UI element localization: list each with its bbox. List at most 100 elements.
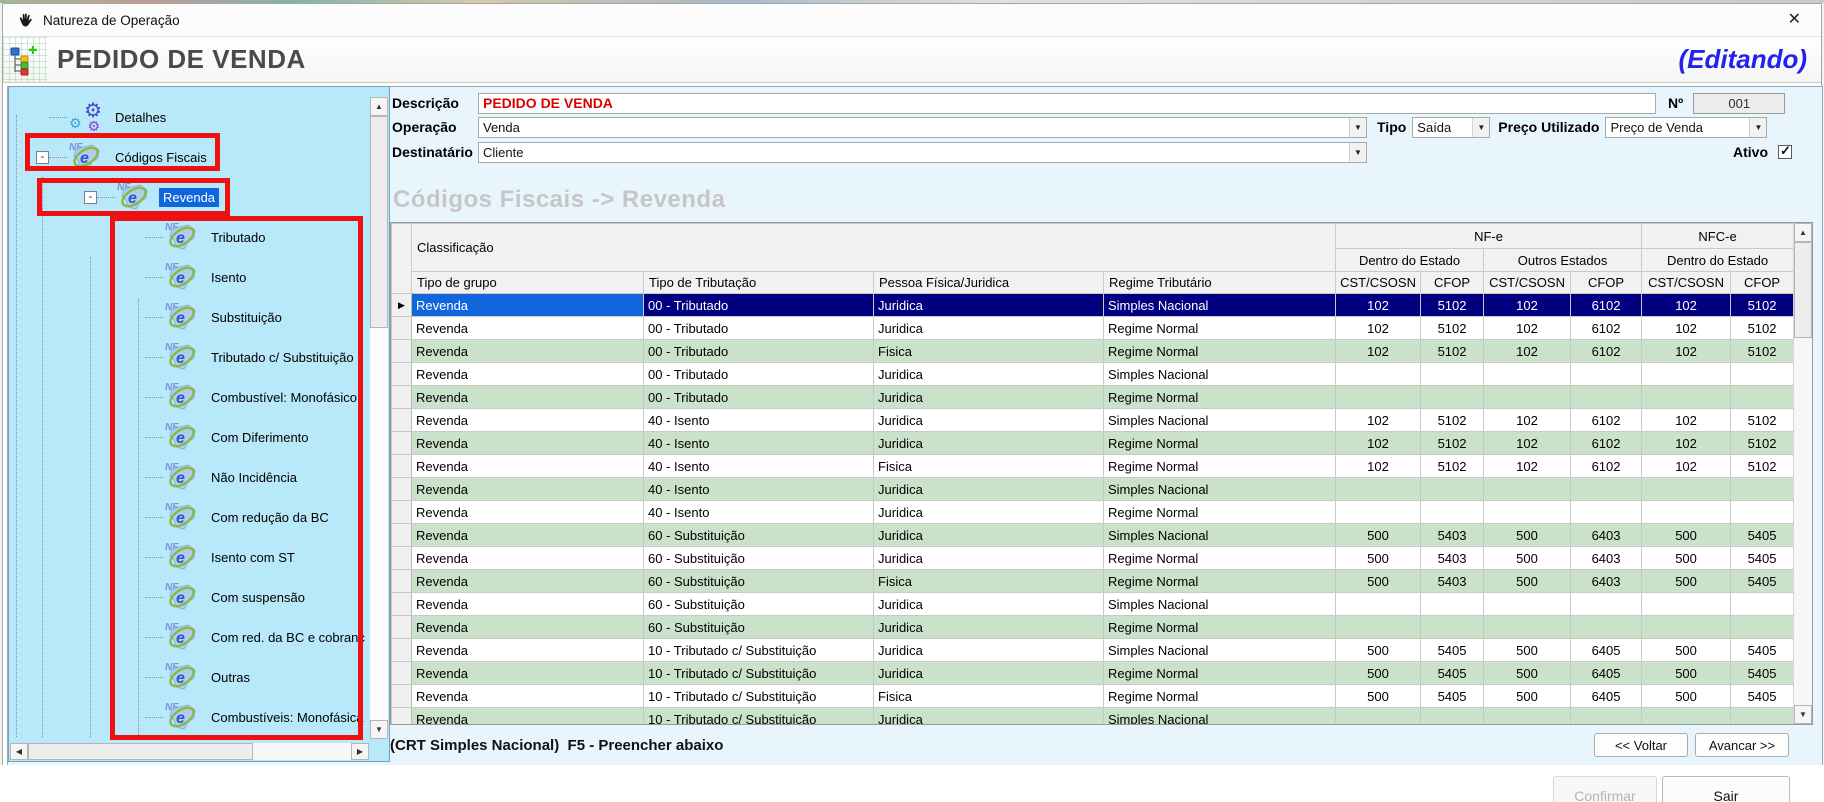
tipo-select[interactable]: Saída▼ (1412, 117, 1490, 138)
descricao-input[interactable] (478, 93, 1656, 114)
table-row[interactable]: ▶ Revenda 00 - Tributado Juridica Regime… (392, 386, 1794, 409)
cell-cst-nfce[interactable]: 102 (1642, 340, 1731, 363)
cell-cfop-nfce[interactable]: 5405 (1731, 570, 1793, 593)
cell-cst-nfe-dentro[interactable] (1336, 708, 1421, 725)
cell-pessoa[interactable]: Juridica (874, 616, 1104, 639)
cell-pessoa[interactable]: Juridica (874, 386, 1104, 409)
table-row[interactable]: ▶ Revenda 40 - Isento Juridica Simples N… (392, 478, 1794, 501)
table-row[interactable]: ▶ Revenda 10 - Tributado c/ Substituição… (392, 685, 1794, 708)
close-icon[interactable]: ✕ (1782, 10, 1807, 30)
cell-pessoa[interactable]: Fisica (874, 685, 1104, 708)
tree-item[interactable]: ⚙⚙⚙ NF e Com suspensão (9, 577, 369, 617)
cell-cfop-nfe-outros[interactable]: 6405 (1571, 685, 1642, 708)
cell-tipo-grupo[interactable]: Revenda (412, 639, 644, 662)
cell-cfop-nfe-outros[interactable] (1571, 478, 1642, 501)
destinatario-select[interactable]: Cliente▼ (478, 142, 1367, 163)
cell-cst-nfe-outros[interactable]: 102 (1484, 409, 1571, 432)
cell-cfop-nfe-dentro[interactable]: 5403 (1421, 524, 1484, 547)
cell-cst-nfce[interactable]: 102 (1642, 409, 1731, 432)
cell-pessoa[interactable]: Juridica (874, 639, 1104, 662)
cell-cst-nfe-dentro[interactable]: 102 (1336, 432, 1421, 455)
cell-cfop-nfe-dentro[interactable]: 5403 (1421, 547, 1484, 570)
cell-cst-nfce[interactable]: 102 (1642, 317, 1731, 340)
voltar-button[interactable]: << Voltar (1594, 733, 1688, 757)
table-row[interactable]: ▶ Revenda 60 - Substituição Juridica Reg… (392, 547, 1794, 570)
cell-cst-nfe-outros[interactable]: 500 (1484, 547, 1571, 570)
cell-regime[interactable]: Simples Nacional (1104, 478, 1336, 501)
cell-tipo-grupo[interactable]: Revenda (412, 662, 644, 685)
table-row[interactable]: ▶ Revenda 00 - Tributado Fisica Regime N… (392, 340, 1794, 363)
tree-item[interactable]: ⚙⚙⚙ NF e Detalhes (9, 97, 369, 137)
cell-regime[interactable]: Simples Nacional (1104, 409, 1336, 432)
cell-cfop-nfe-outros[interactable] (1571, 386, 1642, 409)
cell-cst-nfce[interactable] (1642, 593, 1731, 616)
cell-cst-nfce[interactable]: 500 (1642, 524, 1731, 547)
tree-item[interactable]: ⚙⚙⚙ NF e Outras (9, 657, 369, 697)
cell-cst-nfce[interactable]: 500 (1642, 547, 1731, 570)
table-row[interactable]: ▶ Revenda 00 - Tributado Juridica Simple… (392, 363, 1794, 386)
cell-regime[interactable]: Regime Normal (1104, 432, 1336, 455)
cell-cfop-nfce[interactable]: 5102 (1731, 294, 1793, 317)
cell-pessoa[interactable]: Juridica (874, 708, 1104, 725)
cell-cfop-nfe-outros[interactable]: 6102 (1571, 432, 1642, 455)
cell-tipo-grupo[interactable]: Revenda (412, 455, 644, 478)
cell-cst-nfe-dentro[interactable]: 500 (1336, 547, 1421, 570)
tree-item[interactable]: ⚙⚙⚙ NF e Isento com ST (9, 537, 369, 577)
cell-cst-nfce[interactable]: 500 (1642, 639, 1731, 662)
cell-cfop-nfce[interactable]: 5102 (1731, 432, 1793, 455)
cell-tipo-grupo[interactable]: Revenda (412, 317, 644, 340)
tree-item[interactable]: ⚙⚙⚙ NF e Tributado (9, 217, 369, 257)
cell-cfop-nfe-dentro[interactable] (1421, 478, 1484, 501)
cell-cfop-nfce[interactable]: 5102 (1731, 409, 1793, 432)
cell-cfop-nfce[interactable] (1731, 593, 1793, 616)
cell-cfop-nfe-dentro[interactable]: 5405 (1421, 662, 1484, 685)
cell-cfop-nfe-dentro[interactable]: 5405 (1421, 639, 1484, 662)
cell-cst-nfe-dentro[interactable] (1336, 478, 1421, 501)
cell-tipo-grupo[interactable]: Revenda (412, 616, 644, 639)
cell-tipo-tributacao[interactable]: 40 - Isento (644, 455, 874, 478)
cell-cfop-nfe-dentro[interactable] (1421, 363, 1484, 386)
cell-cfop-nfe-dentro[interactable] (1421, 616, 1484, 639)
cell-tipo-tributacao[interactable]: 10 - Tributado c/ Substituição (644, 685, 874, 708)
cell-tipo-tributacao[interactable]: 00 - Tributado (644, 317, 874, 340)
cell-cst-nfce[interactable]: 102 (1642, 432, 1731, 455)
tree-item[interactable]: ⚙⚙⚙ NF e Com Diferimento (9, 417, 369, 457)
cell-tipo-tributacao[interactable]: 40 - Isento (644, 432, 874, 455)
scroll-up-icon[interactable]: ▲ (370, 97, 388, 116)
cell-cst-nfce[interactable]: 102 (1642, 455, 1731, 478)
cell-cst-nfe-outros[interactable]: 102 (1484, 455, 1571, 478)
cell-cst-nfe-dentro[interactable] (1336, 593, 1421, 616)
table-row[interactable]: ▶ Revenda 60 - Substituição Juridica Sim… (392, 524, 1794, 547)
cell-cst-nfe-dentro[interactable]: 500 (1336, 639, 1421, 662)
table-row[interactable]: ▶ Revenda 60 - Substituição Juridica Sim… (392, 593, 1794, 616)
tree-item[interactable]: ⚙⚙⚙ NF e Isento (9, 257, 369, 297)
cell-cfop-nfce[interactable] (1731, 386, 1793, 409)
cell-regime[interactable]: Regime Normal (1104, 455, 1336, 478)
cell-cst-nfe-dentro[interactable]: 102 (1336, 455, 1421, 478)
cell-tipo-tributacao[interactable]: 60 - Substituição (644, 547, 874, 570)
cell-cst-nfce[interactable] (1642, 386, 1731, 409)
cell-cst-nfce[interactable]: 500 (1642, 570, 1731, 593)
cell-cfop-nfe-outros[interactable] (1571, 593, 1642, 616)
cell-tipo-tributacao[interactable]: 40 - Isento (644, 501, 874, 524)
cell-cst-nfe-outros[interactable] (1484, 708, 1571, 725)
cell-cfop-nfce[interactable] (1731, 363, 1793, 386)
tree-expander[interactable]: - (84, 191, 97, 204)
cell-tipo-tributacao[interactable]: 60 - Substituição (644, 616, 874, 639)
cell-regime[interactable]: Regime Normal (1104, 616, 1336, 639)
cell-cfop-nfe-outros[interactable]: 6403 (1571, 570, 1642, 593)
cell-pessoa[interactable]: Fisica (874, 570, 1104, 593)
cell-tipo-grupo[interactable]: Revenda (412, 547, 644, 570)
cell-tipo-tributacao[interactable]: 10 - Tributado c/ Substituição (644, 662, 874, 685)
cell-cfop-nfce[interactable] (1731, 478, 1793, 501)
cell-cfop-nfe-dentro[interactable] (1421, 386, 1484, 409)
tree-item[interactable]: ⚙⚙⚙ NF e Combustíveis: Monofásica (9, 697, 369, 737)
cell-tipo-grupo[interactable]: Revenda (412, 478, 644, 501)
table-row[interactable]: ▶ Revenda 00 - Tributado Juridica Simple… (392, 294, 1794, 317)
cell-cfop-nfe-outros[interactable]: 6102 (1571, 455, 1642, 478)
cell-cfop-nfe-outros[interactable]: 6403 (1571, 524, 1642, 547)
cell-cst-nfe-outros[interactable]: 102 (1484, 317, 1571, 340)
cell-cst-nfe-outros[interactable]: 102 (1484, 294, 1571, 317)
cell-regime[interactable]: Regime Normal (1104, 340, 1336, 363)
cell-cfop-nfe-outros[interactable]: 6102 (1571, 409, 1642, 432)
